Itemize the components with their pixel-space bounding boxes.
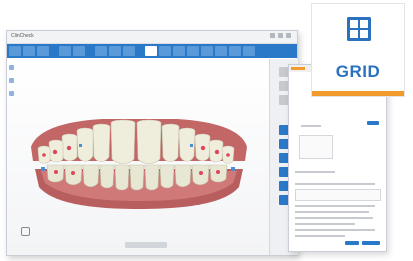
thumbnail-list[interactable] bbox=[299, 135, 333, 159]
toolbar-button[interactable] bbox=[243, 46, 255, 56]
panel-action-button[interactable] bbox=[345, 241, 359, 245]
toolbar-button[interactable] bbox=[73, 46, 85, 56]
toolbar-button[interactable] bbox=[123, 46, 135, 56]
toolbar-button[interactable] bbox=[59, 46, 71, 56]
accent-bar bbox=[312, 91, 404, 96]
stage-slider[interactable] bbox=[125, 242, 167, 248]
text-field[interactable] bbox=[295, 189, 381, 201]
toolbar-button[interactable] bbox=[159, 46, 171, 56]
title-bar: ClinCheck bbox=[7, 31, 297, 44]
main-toolbar bbox=[7, 44, 297, 58]
panel-button[interactable] bbox=[367, 121, 379, 125]
dental-arch-model bbox=[31, 119, 247, 209]
toolbar-button-active[interactable] bbox=[145, 46, 157, 56]
toolbar-button[interactable] bbox=[201, 46, 213, 56]
toolbar-button[interactable] bbox=[23, 46, 35, 56]
toolbar-button[interactable] bbox=[109, 46, 121, 56]
toolbar-button[interactable] bbox=[187, 46, 199, 56]
toolbar-button[interactable] bbox=[95, 46, 107, 56]
grid-tool-badge[interactable]: GRID bbox=[311, 3, 405, 97]
toolbar-button[interactable] bbox=[9, 46, 21, 56]
grid-label: GRID bbox=[335, 62, 381, 81]
toolbar-button[interactable] bbox=[229, 46, 241, 56]
toolbar-button[interactable] bbox=[37, 46, 49, 56]
window-controls[interactable] bbox=[270, 33, 294, 40]
panel-tab-indicator[interactable] bbox=[291, 67, 305, 70]
maximize-icon[interactable] bbox=[278, 33, 283, 38]
app-window: ClinCheck bbox=[6, 30, 298, 256]
3d-viewport[interactable] bbox=[7, 59, 269, 255]
minimize-icon[interactable] bbox=[270, 33, 275, 38]
orientation-icon[interactable] bbox=[21, 227, 30, 236]
grid-icon bbox=[347, 17, 371, 41]
app-title: ClinCheck bbox=[11, 33, 34, 39]
toolbar-button[interactable] bbox=[173, 46, 185, 56]
toolbar-button[interactable] bbox=[215, 46, 227, 56]
panel-action-button[interactable] bbox=[362, 241, 380, 245]
close-icon[interactable] bbox=[286, 33, 291, 38]
